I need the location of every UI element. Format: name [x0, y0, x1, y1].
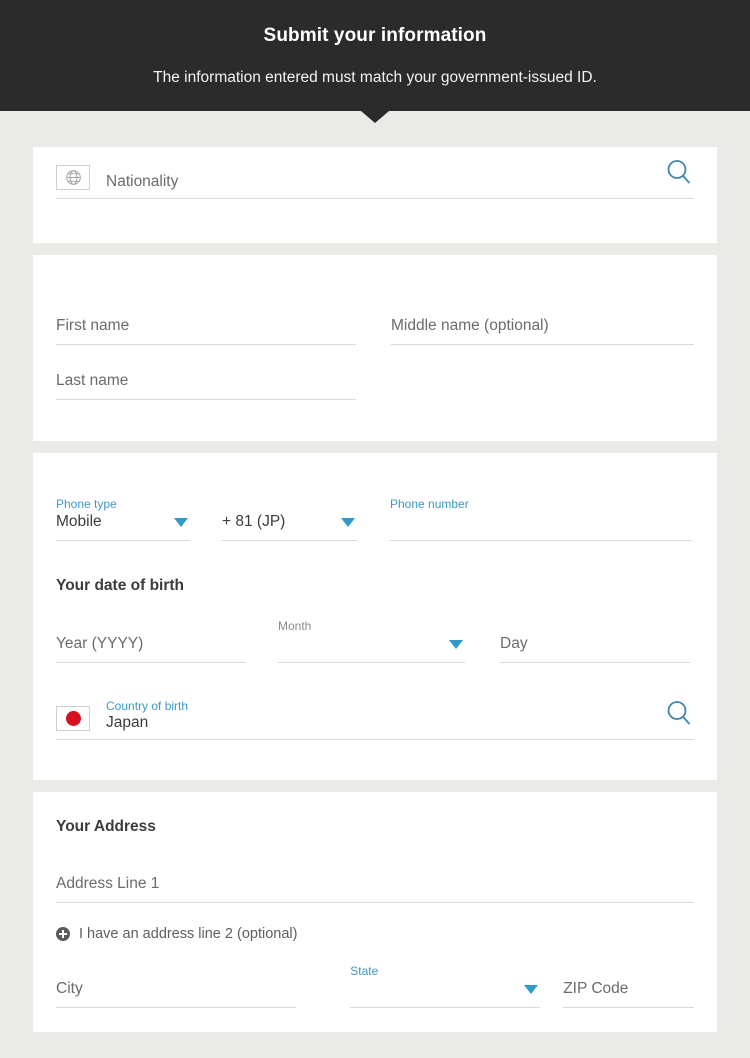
dob-day-placeholder: Day — [500, 635, 528, 652]
dob-heading: Your date of birth — [56, 577, 185, 594]
country-of-birth-input[interactable]: Country of birth Japan — [106, 699, 664, 733]
first-name-field[interactable]: First name — [56, 301, 356, 345]
address-line1-field[interactable]: Address Line 1 — [56, 859, 694, 903]
chevron-down-icon[interactable] — [174, 518, 188, 527]
dob-year-field[interactable]: Year (YYYY) — [56, 619, 246, 663]
chevron-down-icon[interactable] — [524, 985, 539, 994]
add-address-line2-button[interactable]: I have an address line 2 (optional) — [56, 926, 694, 942]
dob-month-select[interactable]: Month — [278, 619, 465, 663]
nationality-field[interactable]: Nationality — [56, 147, 694, 199]
city-state-zip-row: City State ZIP Code — [56, 964, 694, 1008]
first-name-placeholder: First name — [56, 317, 130, 334]
form-body: Nationality First name Middle name (opti… — [0, 147, 750, 1032]
zip-code-field[interactable]: ZIP Code — [563, 964, 694, 1008]
last-name-field[interactable]: Last name — [56, 356, 356, 400]
middle-name-field[interactable]: Middle name (optional) — [391, 301, 694, 345]
nationality-card: Nationality — [33, 147, 717, 243]
phone-type-value: Mobile — [56, 513, 102, 530]
phone-country-code-select[interactable]: + 81 (JP) — [222, 497, 357, 541]
flag-japan-icon — [56, 706, 90, 731]
page-header: Submit your information The information … — [0, 0, 750, 123]
country-of-birth-label: Country of birth — [106, 699, 189, 713]
globe-icon — [56, 165, 90, 190]
search-icon[interactable] — [664, 698, 694, 733]
address-heading: Your Address — [56, 818, 156, 835]
country-of-birth-value: Japan — [106, 714, 149, 731]
phone-country-code-value: + 81 (JP) — [222, 513, 286, 530]
chevron-down-icon[interactable] — [341, 518, 355, 527]
names-card: First name Middle name (optional) Last n… — [33, 255, 717, 441]
phone-dob-card: Phone type Mobile + 81 (JP) Phone number… — [33, 453, 717, 780]
phone-type-label: Phone type — [56, 497, 117, 511]
city-field[interactable]: City — [56, 964, 297, 1008]
dob-day-field[interactable]: Day — [500, 619, 690, 663]
name-row-1: First name Middle name (optional) — [56, 255, 694, 345]
country-of-birth-field[interactable]: Country of birth Japan — [56, 688, 694, 740]
name-row-2: Last name — [56, 356, 694, 400]
city-placeholder: City — [56, 980, 83, 997]
chevron-down-icon[interactable] — [449, 640, 463, 649]
header-notch-triangle — [361, 111, 389, 123]
last-name-placeholder: Last name — [56, 372, 129, 389]
state-select[interactable]: State — [350, 964, 541, 1008]
address-card: Your Address Address Line 1 I have an ad… — [33, 792, 717, 1032]
flag-japan-disc — [65, 711, 81, 726]
phone-number-label: Phone number — [390, 497, 469, 511]
nationality-placeholder: Nationality — [106, 173, 179, 190]
add-address-line2-label: I have an address line 2 (optional) — [79, 926, 298, 942]
plus-circle-icon — [56, 927, 70, 941]
nationality-input[interactable]: Nationality — [106, 158, 664, 192]
middle-name-placeholder: Middle name (optional) — [391, 317, 549, 334]
dob-row: Year (YYYY) Month Day — [56, 619, 694, 663]
state-label: State — [350, 964, 379, 978]
phone-number-field[interactable]: Phone number — [390, 497, 692, 541]
page-subtitle: The information entered must match your … — [153, 69, 597, 86]
search-icon[interactable] — [664, 157, 694, 192]
phone-type-select[interactable]: Phone type Mobile — [56, 497, 190, 541]
page-title: Submit your information — [263, 25, 487, 46]
zip-code-placeholder: ZIP Code — [563, 980, 629, 997]
phone-row: Phone type Mobile + 81 (JP) Phone number — [56, 453, 694, 541]
address-line1-placeholder: Address Line 1 — [56, 875, 160, 892]
dob-year-placeholder: Year (YYYY) — [56, 635, 144, 652]
dob-month-label: Month — [278, 619, 312, 633]
